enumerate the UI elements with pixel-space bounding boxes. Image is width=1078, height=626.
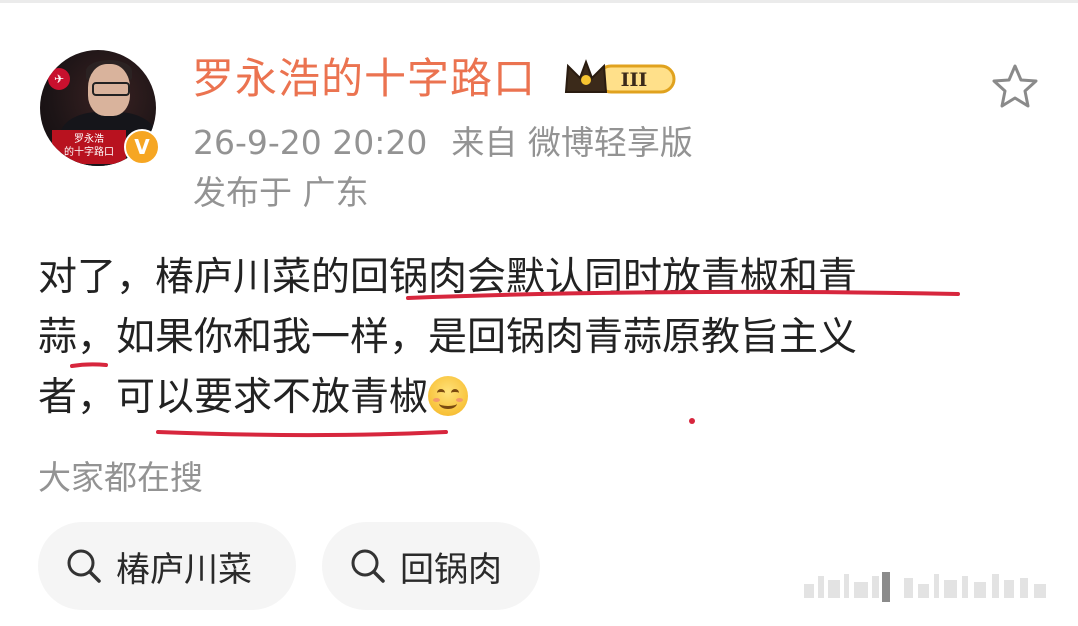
author-name[interactable]: 罗永浩的十字路口 — [192, 54, 536, 104]
verified-icon: V — [124, 129, 160, 165]
avatar-caption-line1: 罗永浩 — [74, 134, 104, 145]
search-chip-label: 椿庐川菜 — [116, 549, 252, 590]
trending-search-title: 大家都在搜 — [38, 458, 203, 497]
airplane-icon: ✈ — [48, 68, 70, 90]
watermark-graphic — [804, 572, 1046, 602]
underline-mark — [156, 430, 448, 437]
search-chip[interactable]: 椿庐川菜 — [38, 522, 296, 610]
post-text-line: 蒜，如果你和我一样，是回锅肉青蒜原教旨主义 — [38, 315, 858, 360]
crown-icon[interactable]: III — [564, 58, 680, 98]
post-body: 对了，椿庐川菜的回锅肉会默认同时放青椒和青 蒜，如果你和我一样，是回锅肉青蒜原教… — [38, 248, 998, 428]
search-chip[interactable]: 回锅肉 — [322, 522, 540, 610]
post-timestamp: 26-9-20 20:20 — [193, 123, 428, 162]
post-location: 发布于 广东 — [193, 173, 369, 212]
search-icon — [67, 549, 101, 583]
search-chip-label: 回锅肉 — [400, 549, 502, 590]
post-text-line: 者，可以要求不放青椒 — [38, 375, 429, 420]
avatar-caption-line2: 的十字路口 — [64, 147, 114, 158]
smiling-face-emoji-icon — [428, 376, 469, 416]
favorite-star-icon[interactable] — [990, 62, 1040, 112]
top-divider — [0, 0, 1078, 3]
avatar-glasses — [92, 82, 130, 96]
search-icon — [351, 549, 385, 583]
avatar-caption: 罗永浩 的十字路口 — [52, 130, 126, 164]
post-text-line-last: 者，可以要求不放青椒 — [38, 368, 998, 428]
post-source[interactable]: 来自 微博轻享版 — [451, 123, 693, 162]
level-badge-text: III — [621, 69, 648, 91]
post-text-line: 对了，椿庐川菜的回锅肉会默认同时放青椒和青 — [38, 255, 858, 300]
post-meta: 26-9-20 20:20 来自 微博轻享版 — [193, 122, 693, 164]
